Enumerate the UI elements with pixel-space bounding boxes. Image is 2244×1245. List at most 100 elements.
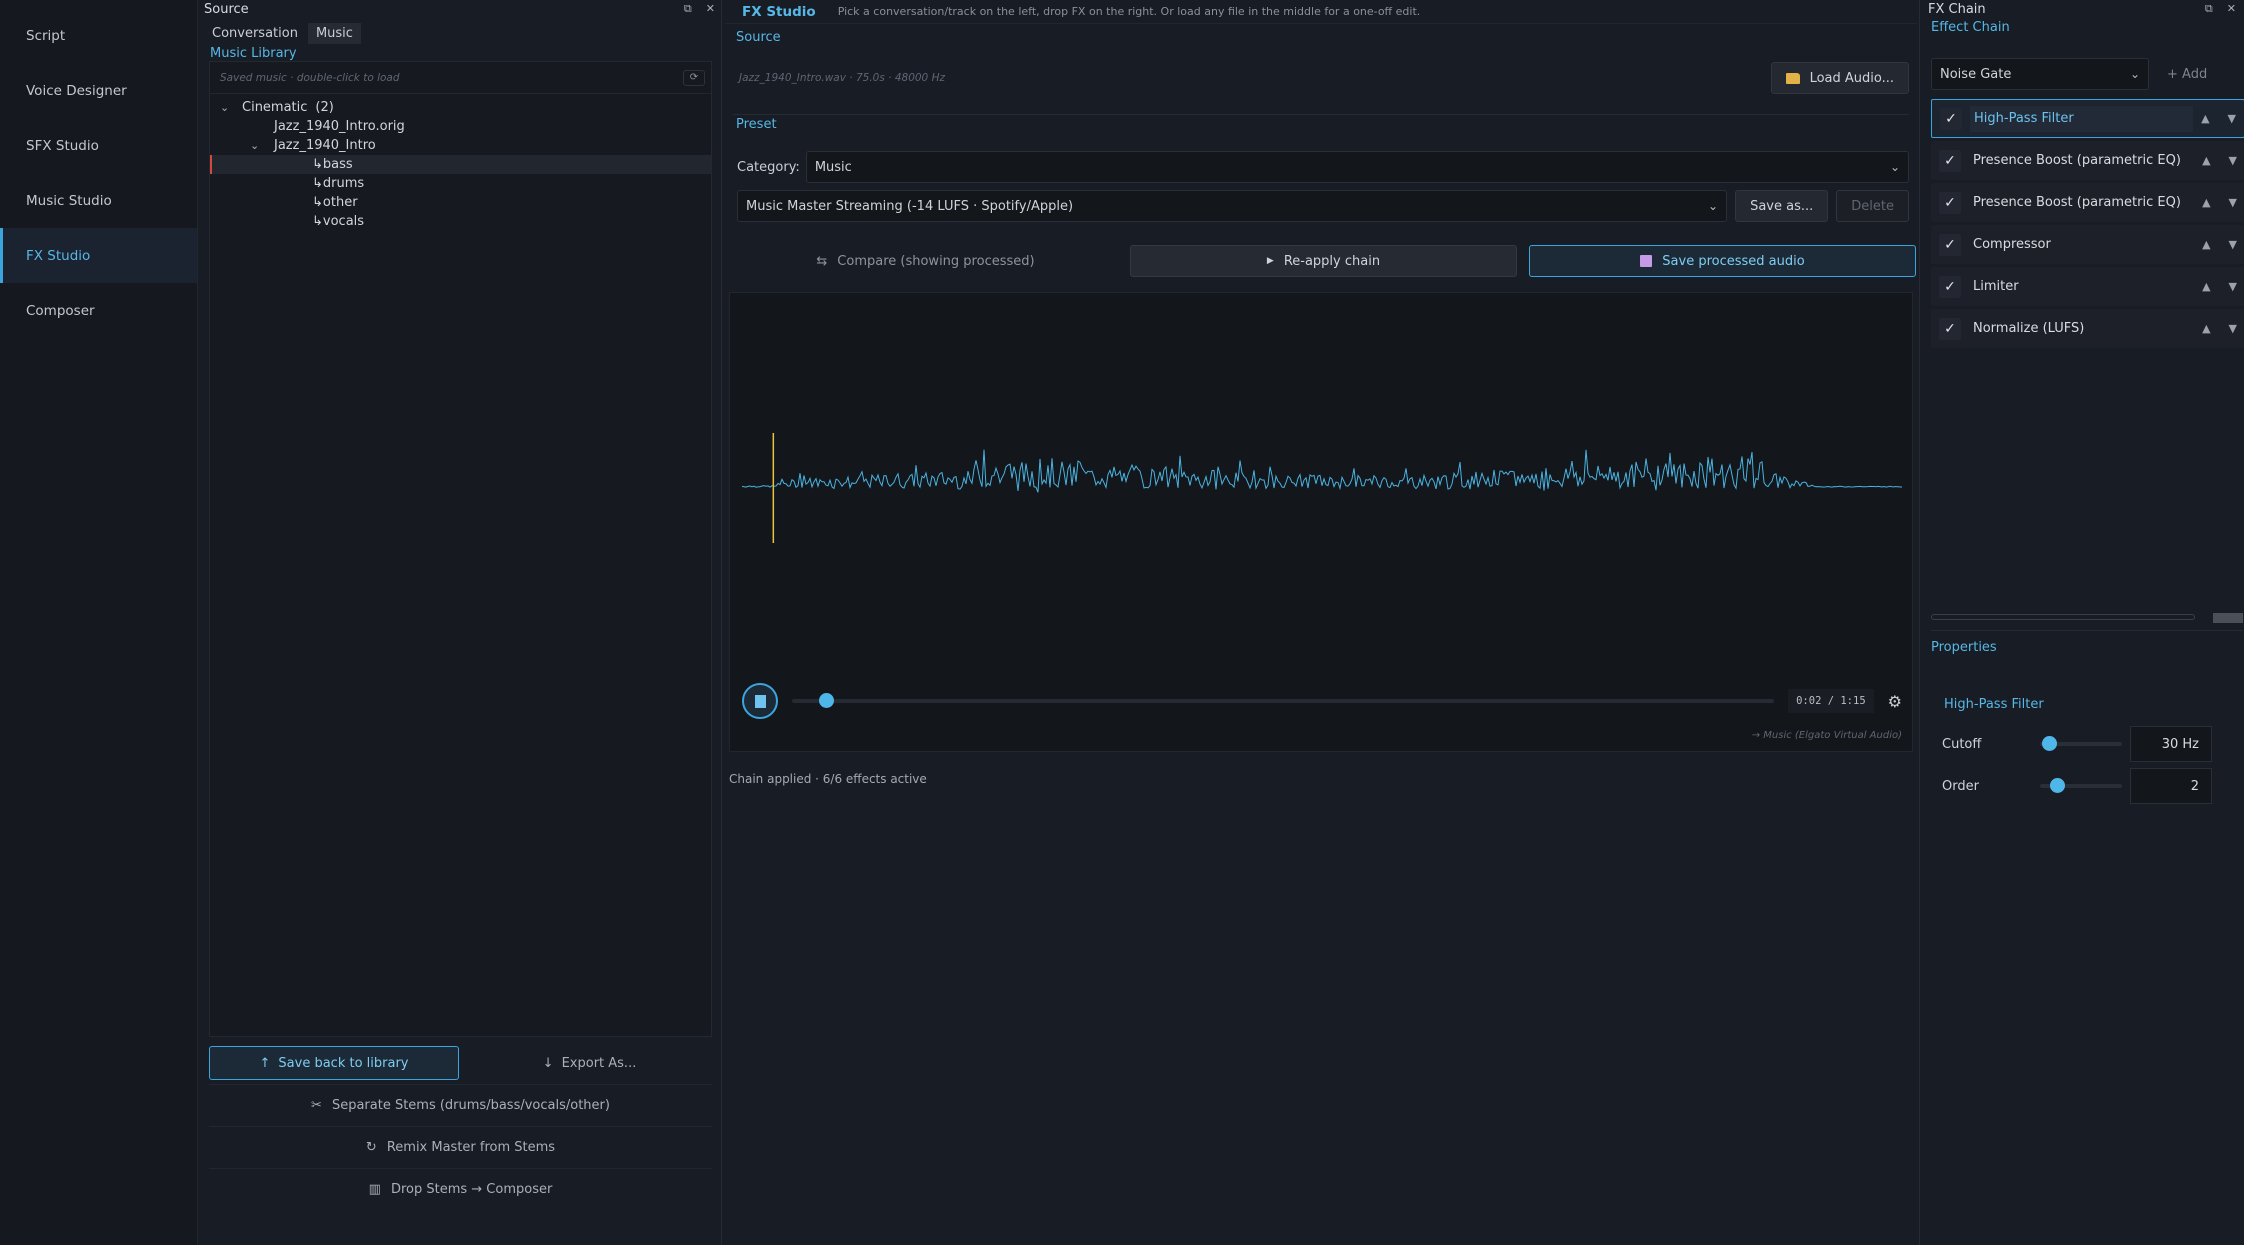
checkbox-icon[interactable]: ✓ [1939, 275, 1961, 298]
close-panel-icon[interactable]: ✕ [706, 2, 715, 16]
reapply-chain-button[interactable]: ▶ Re-apply chain [1130, 245, 1517, 277]
scissors-icon: ✂ [311, 1098, 322, 1113]
preset-row: Music Master Streaming (-14 LUFS · Spoti… [737, 190, 1909, 222]
float-panel-icon[interactable]: ⧉ [684, 2, 692, 16]
nav-item-music-studio[interactable]: Music Studio [0, 173, 197, 228]
selected-effect-title: High-Pass Filter [1944, 697, 2044, 712]
fx-chain-header: FX Chain ⧉ ✕ [1920, 0, 2244, 18]
chevron-down-icon[interactable]: ⌄ [250, 139, 264, 152]
preset-select[interactable]: Music Master Streaming (-14 LUFS · Spoti… [737, 190, 1728, 222]
tab-conversation[interactable]: Conversation [204, 23, 306, 44]
add-effect-button[interactable]: + Add [2159, 67, 2207, 82]
disk-icon [1640, 255, 1653, 267]
move-down-icon[interactable]: ▼ [2229, 238, 2237, 251]
source-actions: ↑ Save back to library ↓ Export As... ✂ … [209, 1046, 712, 1210]
move-up-icon[interactable]: ▲ [2202, 238, 2210, 251]
checkbox-icon[interactable]: ✓ [1940, 107, 1962, 130]
order-value-field[interactable]: 2 [2130, 768, 2212, 804]
chain-scrollbar[interactable] [1931, 612, 2243, 623]
cutoff-slider[interactable] [2040, 736, 2122, 751]
tree-item-orig[interactable]: Jazz_1940_Intro.orig [210, 117, 711, 136]
export-as-button[interactable]: ↓ Export As... [467, 1046, 712, 1080]
move-up-icon[interactable]: ▲ [2202, 322, 2210, 335]
move-down-icon[interactable]: ▼ [2229, 196, 2237, 209]
properties-label: Properties [1931, 640, 1997, 655]
nav-item-script[interactable]: Script [0, 8, 197, 63]
waveform-svg[interactable] [730, 293, 1914, 693]
nav-item-composer[interactable]: Composer [0, 283, 197, 338]
source-row: Jazz_1940_Intro.wav · 75.0s · 48000 Hz L… [733, 58, 1909, 98]
scrollbar-handle[interactable] [2213, 613, 2243, 623]
float-panel-icon[interactable]: ⧉ [2205, 2, 2213, 16]
fx-chain-title: FX Chain [1928, 1, 1986, 17]
close-panel-icon[interactable]: ✕ [2227, 2, 2236, 16]
order-slider[interactable] [2040, 778, 2122, 793]
tree-stem-vocals[interactable]: ↳ vocals [210, 212, 711, 231]
category-select[interactable]: Music ⌄ [805, 151, 1909, 183]
chain-item-limiter[interactable]: ✓ Limiter ▲ ▼ [1931, 267, 2244, 306]
chevron-down-icon: ⌄ [2129, 67, 2140, 81]
pause-button[interactable] [742, 683, 778, 719]
save-as-button[interactable]: Save as... [1735, 190, 1829, 222]
checkbox-icon[interactable]: ✓ [1939, 233, 1961, 256]
move-up-icon[interactable]: ▲ [2202, 196, 2210, 209]
chain-item-presence-2[interactable]: ✓ Presence Boost (parametric EQ) ▲ ▼ [1931, 183, 2244, 222]
seek-slider[interactable] [792, 693, 1775, 708]
move-down-icon[interactable]: ▼ [2229, 322, 2237, 335]
time-readout: 0:02 / 1:15 [1788, 689, 1874, 713]
order-knob[interactable] [2049, 778, 2065, 793]
tree-stem-other[interactable]: ↳ other [210, 193, 711, 212]
load-audio-button[interactable]: Load Audio... [1770, 62, 1909, 94]
separate-stems-button[interactable]: ✂ Separate Stems (drums/bass/vocals/othe… [209, 1084, 712, 1126]
tree-group-cinematic[interactable]: ⌄ Cinematic (2) [210, 98, 711, 117]
move-up-icon[interactable]: ▲ [2202, 154, 2210, 167]
move-up-icon[interactable]: ▲ [2202, 280, 2210, 293]
delete-preset-button[interactable]: Delete [1836, 190, 1909, 222]
chain-item-presence-1[interactable]: ✓ Presence Boost (parametric EQ) ▲ ▼ [1931, 141, 2244, 180]
waveform-panel: 0:02 / 1:15 ⚙ → Music (Elgato Virtual Au… [729, 292, 1913, 752]
app-root: Script Voice Designer SFX Studio Music S… [0, 0, 2244, 1245]
category-row: Category: Music ⌄ [737, 151, 1909, 183]
move-down-icon[interactable]: ▼ [2229, 280, 2237, 293]
tree-stem-bass[interactable]: ↳ bass [210, 155, 711, 174]
tree-item-main[interactable]: ⌄ Jazz_1940_Intro [210, 136, 711, 155]
source-section-label: Source [736, 30, 781, 45]
save-processed-button[interactable]: Save processed audio [1529, 245, 1916, 277]
music-library-list[interactable]: Saved music · double-click to load ⟳ ⌄ C… [209, 61, 712, 1037]
properties-divider [1931, 630, 2243, 631]
checkbox-icon[interactable]: ✓ [1939, 317, 1961, 340]
drop-stems-button[interactable]: ▥ Drop Stems → Composer [209, 1168, 712, 1210]
move-up-icon[interactable]: ▲ [2201, 112, 2209, 125]
save-back-button[interactable]: ↑ Save back to library [209, 1046, 459, 1080]
music-library-title: Music Library [210, 46, 297, 61]
effect-type-select[interactable]: Noise Gate ⌄ [1931, 58, 2149, 90]
chevron-down-icon[interactable]: ⌄ [220, 101, 234, 114]
cutoff-knob[interactable] [2042, 736, 2058, 751]
nav-item-sfx-studio[interactable]: SFX Studio [0, 118, 197, 173]
nav-item-fx-studio[interactable]: FX Studio [0, 228, 197, 283]
seek-thumb[interactable] [818, 693, 834, 708]
chain-item-compressor[interactable]: ✓ Compressor ▲ ▼ [1931, 225, 2244, 264]
tree-stem-drums[interactable]: ↳ drums [210, 174, 711, 193]
page-title: FX Studio [742, 3, 816, 20]
checkbox-icon[interactable]: ✓ [1939, 149, 1961, 172]
source-panel-header: Source ⧉ ✕ [200, 0, 721, 18]
remix-master-button[interactable]: ↻ Remix Master from Stems [209, 1126, 712, 1168]
move-down-icon[interactable]: ▼ [2229, 154, 2237, 167]
refresh-icon[interactable]: ⟳ [683, 69, 705, 86]
left-nav: Script Voice Designer SFX Studio Music S… [0, 0, 198, 1245]
source-tabs: Conversation Music [200, 23, 721, 44]
chain-item-high-pass[interactable]: ✓ High-Pass Filter ▲ ▼ [1931, 99, 2244, 138]
checkbox-icon[interactable]: ✓ [1939, 191, 1961, 214]
nav-item-voice-designer[interactable]: Voice Designer [0, 63, 197, 118]
action-row: ⇆ Compare (showing processed) ▶ Re-apply… [733, 245, 1916, 277]
chain-item-normalize[interactable]: ✓ Normalize (LUFS) ▲ ▼ [1931, 309, 2244, 348]
fx-studio-header: FX Studio Pick a conversation/track on t… [725, 0, 1917, 24]
tab-music[interactable]: Music [307, 23, 361, 44]
arrow-up-icon: ↑ [259, 1055, 271, 1071]
cutoff-value-field[interactable]: 30 Hz [2130, 726, 2212, 762]
gear-icon[interactable]: ⚙ [1888, 692, 1902, 711]
category-label: Category: [737, 159, 800, 175]
compare-toggle[interactable]: ⇆ Compare (showing processed) [733, 245, 1118, 277]
move-down-icon[interactable]: ▼ [2228, 112, 2236, 125]
